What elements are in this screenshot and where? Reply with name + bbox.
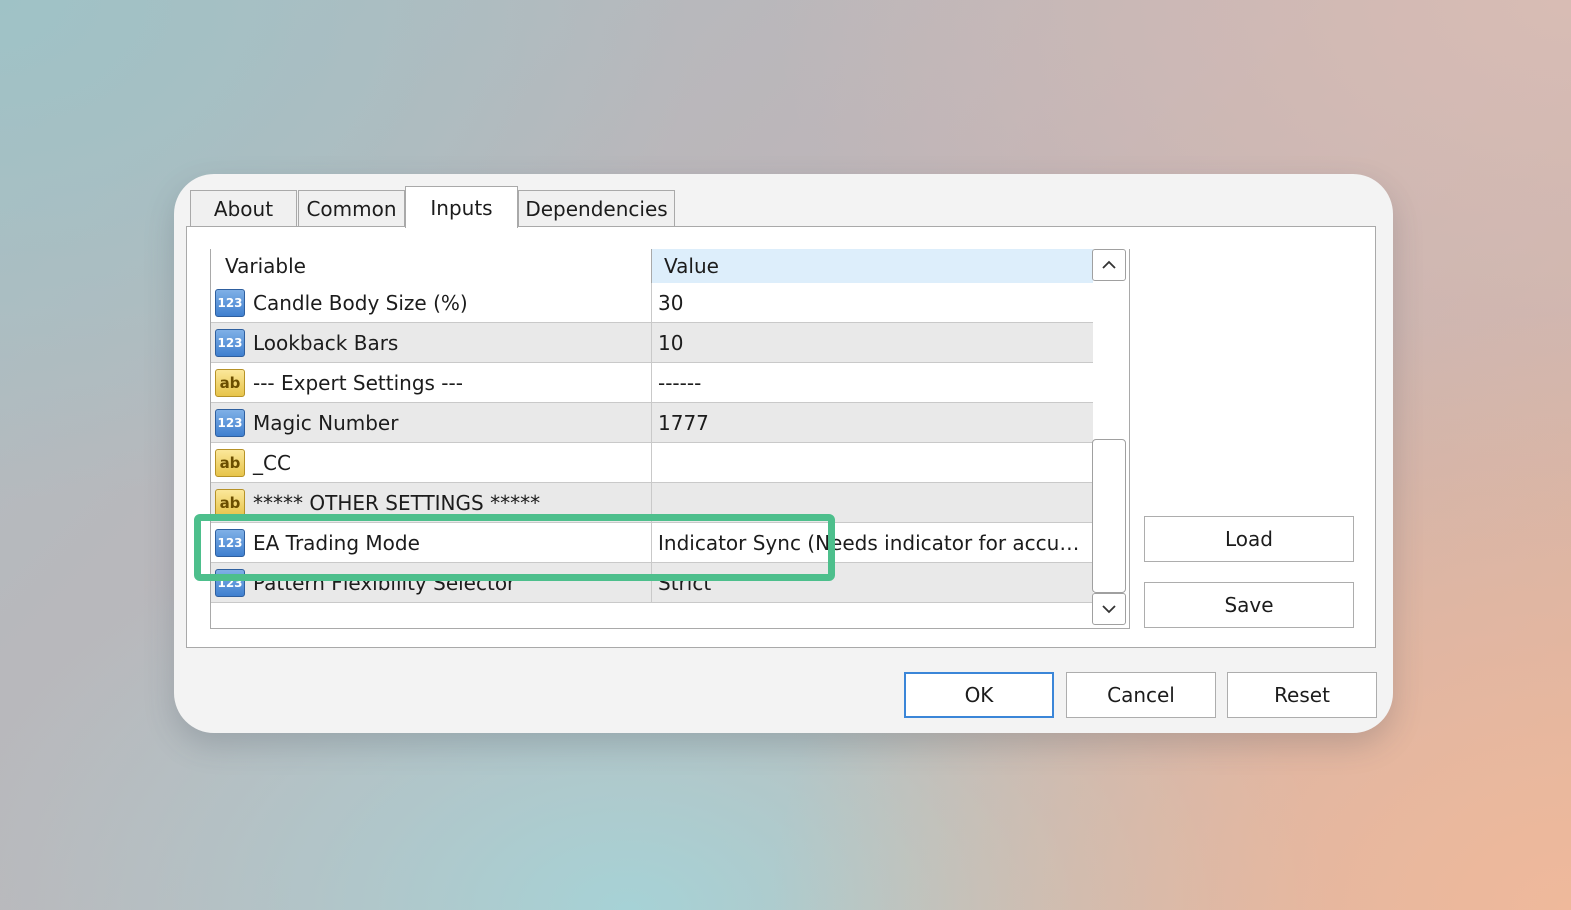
scroll-thumb[interactable] — [1092, 439, 1126, 593]
variable-cell: 123 EA Trading Mode — [211, 523, 651, 562]
table-row-selected[interactable]: 123 EA Trading Mode Indicator Sync (Need… — [211, 523, 1093, 563]
variable-column-header[interactable]: Variable — [211, 249, 651, 283]
number-type-icon: 123 — [215, 288, 245, 317]
table-row[interactable]: 123 Lookback Bars 10 — [211, 323, 1093, 363]
value-text: 30 — [658, 290, 684, 315]
scroll-down-button[interactable] — [1092, 593, 1126, 625]
tab-inputs[interactable]: Inputs — [405, 186, 518, 228]
string-type-icon: ab — [215, 368, 245, 397]
variable-cell: ab ***** OTHER SETTINGS ***** — [211, 483, 651, 522]
value-cell[interactable]: Strict — [651, 563, 1093, 602]
tab-about[interactable]: About — [190, 190, 297, 226]
variable-name: Candle Body Size (%) — [253, 290, 468, 315]
table-row[interactable]: ab ***** OTHER SETTINGS ***** — [211, 483, 1093, 523]
value-text: Indicator Sync (Needs indicator for accu… — [658, 530, 1086, 555]
table-row[interactable]: 123 Pattern Flexibility Selector Strict — [211, 563, 1093, 603]
value-column-header[interactable]: Value — [651, 249, 1093, 283]
expert-properties-dialog: About Common Inputs Dependencies Variabl… — [174, 174, 1393, 733]
value-cell[interactable] — [651, 483, 1093, 522]
table-row[interactable]: ab _CC — [211, 443, 1093, 483]
chevron-down-icon — [1102, 605, 1116, 614]
value-cell[interactable]: Indicator Sync (Needs indicator for accu… — [651, 523, 1093, 562]
table-row[interactable]: ab --- Expert Settings --- ------ — [211, 363, 1093, 403]
inputs-grid: Variable Value 123 Candle Body Size (%) … — [210, 249, 1130, 629]
number-type-icon: 123 — [215, 328, 245, 357]
tab-dependencies[interactable]: Dependencies — [518, 190, 675, 226]
reset-button[interactable]: Reset — [1227, 672, 1377, 718]
variable-name: ***** OTHER SETTINGS ***** — [253, 490, 541, 515]
value-cell[interactable]: ------ — [651, 363, 1093, 402]
variable-cell: 123 Candle Body Size (%) — [211, 283, 651, 322]
variable-name: Magic Number — [253, 410, 399, 435]
table-row[interactable]: 123 Candle Body Size (%) 30 — [211, 283, 1093, 323]
number-type-icon: 123 — [215, 408, 245, 437]
number-type-icon: 123 — [215, 528, 245, 557]
grid-scrollbar[interactable] — [1092, 249, 1126, 627]
variable-cell: ab --- Expert Settings --- — [211, 363, 651, 402]
value-cell[interactable]: 10 — [651, 323, 1093, 362]
variable-name: Pattern Flexibility Selector — [253, 570, 516, 595]
variable-name: EA Trading Mode — [253, 530, 420, 555]
value-text: 1777 — [658, 410, 709, 435]
grid-rows: 123 Candle Body Size (%) 30 123 Lookback… — [211, 283, 1093, 603]
scroll-track[interactable] — [1092, 283, 1126, 593]
value-text: 10 — [658, 330, 684, 355]
variable-cell: 123 Pattern Flexibility Selector — [211, 563, 651, 602]
scroll-up-button[interactable] — [1092, 249, 1126, 281]
value-text: Strict — [658, 570, 712, 595]
variable-name: _CC — [253, 450, 291, 475]
chevron-up-icon — [1102, 260, 1116, 269]
grid-header: Variable Value — [211, 249, 1093, 283]
string-type-icon: ab — [215, 488, 245, 517]
table-row[interactable]: 123 Magic Number 1777 — [211, 403, 1093, 443]
variable-cell: ab _CC — [211, 443, 651, 482]
value-cell[interactable] — [651, 443, 1093, 482]
variable-name: Lookback Bars — [253, 330, 399, 355]
inputs-panel: Variable Value 123 Candle Body Size (%) … — [186, 226, 1376, 648]
value-text: ------ — [658, 370, 702, 395]
variable-cell: 123 Lookback Bars — [211, 323, 651, 362]
ok-button[interactable]: OK — [904, 672, 1054, 718]
variable-name: --- Expert Settings --- — [253, 370, 463, 395]
string-type-icon: ab — [215, 448, 245, 477]
number-type-icon: 123 — [215, 568, 245, 597]
load-button[interactable]: Load — [1144, 516, 1354, 562]
cancel-button[interactable]: Cancel — [1066, 672, 1216, 718]
value-cell[interactable]: 30 — [651, 283, 1093, 322]
save-button[interactable]: Save — [1144, 582, 1354, 628]
tab-common[interactable]: Common — [298, 190, 405, 226]
variable-cell: 123 Magic Number — [211, 403, 651, 442]
value-cell[interactable]: 1777 — [651, 403, 1093, 442]
